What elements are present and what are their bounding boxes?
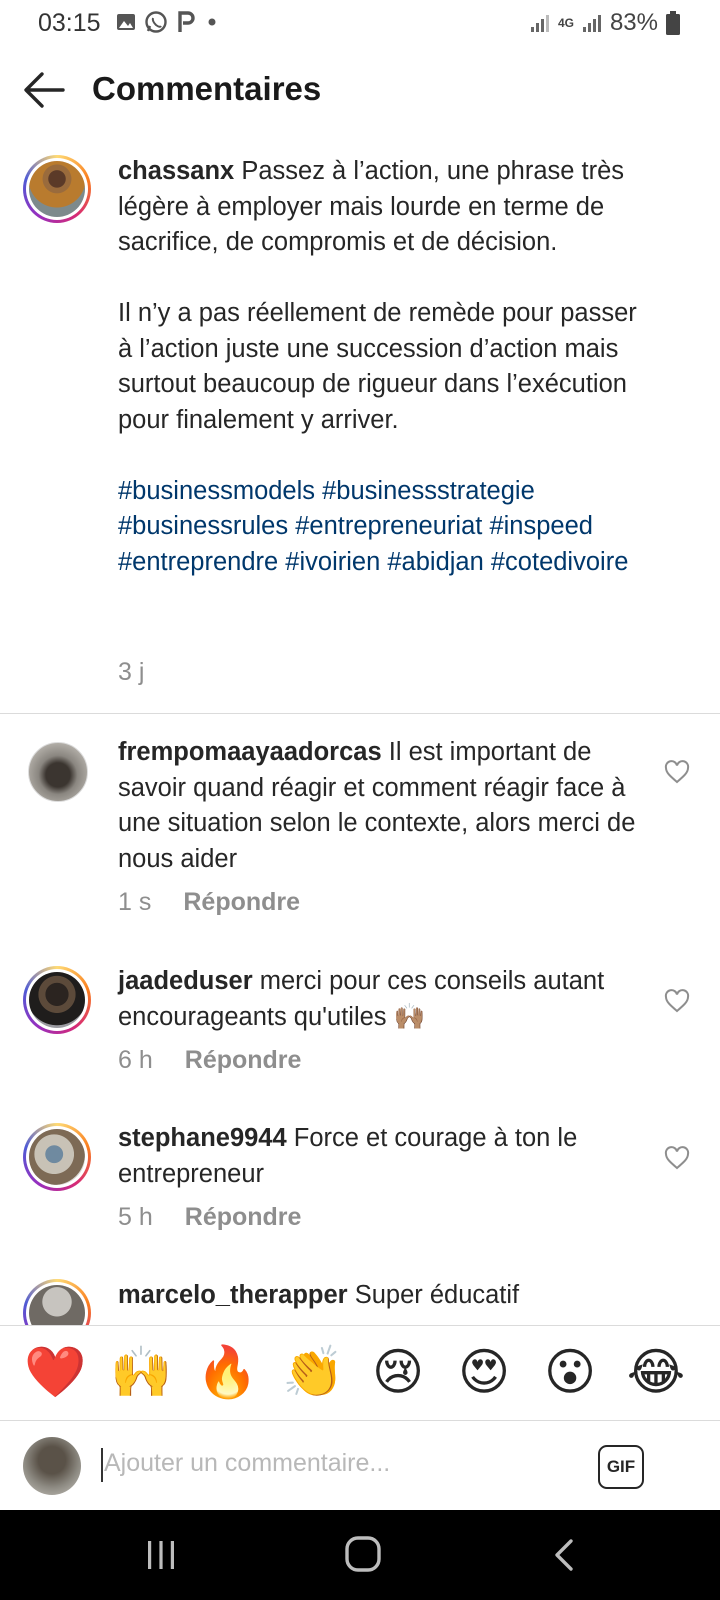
comment-meta: 5 h Répondre (118, 1203, 301, 1232)
emoji-surprised[interactable]: 😮 (540, 1342, 600, 1402)
whatsapp-icon (145, 11, 167, 33)
comment-text: frempomaayaadorcas Il est important de s… (118, 735, 648, 877)
comment-text: stephane9944 Force et courage à ton le e… (118, 1121, 648, 1192)
page-title: Commentaires (92, 70, 322, 107)
reply-button[interactable]: Répondre (183, 888, 300, 917)
comment-body: Super éducatif (354, 1281, 520, 1309)
comment-avatar[interactable] (23, 966, 91, 1034)
caption-meta: 3 j (118, 658, 144, 687)
paypal-icon (178, 11, 195, 32)
comment-avatar[interactable] (23, 1123, 91, 1191)
status-bar: 03:15 4G 83% (0, 0, 720, 48)
hashtag[interactable]: #entreprendre (118, 548, 278, 576)
comment-avatar[interactable] (28, 742, 88, 802)
signal-icon (530, 15, 549, 32)
emoji-fire[interactable]: 🔥 (196, 1342, 258, 1402)
back-icon[interactable] (552, 1538, 576, 1572)
caption-avatar[interactable] (23, 155, 91, 223)
system-nav-bar (0, 1510, 720, 1600)
network-type: 4G (557, 16, 574, 30)
hashtag[interactable]: #businessmodels (118, 477, 315, 505)
caption-hashtags: #businessmodels #businessstrategie #busi… (118, 474, 648, 581)
comment-meta: 6 h Répondre (118, 1046, 301, 1075)
comment-meta: 1 s Répondre (118, 888, 300, 917)
comment-input[interactable]: Ajouter un commentaire... (104, 1449, 390, 1478)
hashtag[interactable]: #cotedivoire (491, 548, 629, 576)
app-bar: Commentaires (0, 48, 720, 132)
comment-username[interactable]: frempomaayaadorcas (118, 738, 382, 766)
caption-paragraph-2: Il n’y a pas réellement de remède pour p… (118, 299, 637, 434)
caption-username[interactable]: chassanx (118, 157, 234, 185)
comment-text: marcelo_therapper Super éducatif (118, 1278, 648, 1314)
hashtag[interactable]: #ivoirien (285, 548, 380, 576)
battery-icon (666, 11, 680, 35)
comment-time: 6 h (118, 1046, 153, 1074)
caption-text: chassanx Passez à l’action, une phrase t… (118, 154, 648, 580)
recent-apps-icon[interactable] (144, 1539, 178, 1571)
heart-outline-icon[interactable] (664, 1146, 690, 1170)
signal-icon-2 (582, 15, 601, 32)
hashtag[interactable]: #abidjan (387, 548, 483, 576)
battery-percent: 83% (609, 9, 658, 36)
notification-icons (116, 10, 220, 34)
comment-time: 5 h (118, 1203, 153, 1231)
caption-divider (0, 713, 720, 714)
dot-icon (208, 18, 216, 26)
comment-username[interactable]: marcelo_therapper (118, 1281, 348, 1309)
status-time: 03:15 (38, 9, 101, 37)
caption-time: 3 j (118, 658, 145, 686)
emoji-heart-eyes[interactable]: 😍 (454, 1342, 514, 1402)
system-status: 4G 83% (530, 9, 680, 37)
emoji-raising-hands[interactable]: 🙌 (110, 1342, 172, 1402)
comment-time: 1 s (118, 888, 152, 916)
hashtag[interactable]: #businessrules (118, 512, 288, 540)
hashtag[interactable]: #inspeed (489, 512, 593, 540)
gif-button[interactable]: GIF (598, 1445, 644, 1489)
back-arrow-icon[interactable] (22, 68, 66, 112)
comments-list[interactable]: chassanx Passez à l’action, une phrase t… (0, 132, 720, 1325)
comment-composer: Ajouter un commentaire... GIF (0, 1420, 720, 1511)
reply-button[interactable]: Répondre (185, 1046, 302, 1075)
comment-text: jaadeduser merci pour ces conseils autan… (118, 964, 648, 1035)
emoji-clapping[interactable]: 👏 (282, 1342, 344, 1402)
heart-outline-icon[interactable] (664, 760, 690, 784)
emoji-laughing[interactable]: 😂 (626, 1342, 686, 1402)
hashtag[interactable]: #entrepreneuriat (295, 512, 482, 540)
emoji-bar: ❤️ 🙌 🔥 👏 😢 😍 😮 😂 (0, 1325, 720, 1421)
comment-avatar[interactable] (23, 1279, 91, 1325)
comment-username[interactable]: jaadeduser (118, 967, 253, 995)
emoji-heart[interactable]: ❤️ (24, 1342, 86, 1402)
emoji-crying[interactable]: 😢 (368, 1342, 428, 1402)
home-icon[interactable] (344, 1535, 382, 1573)
heart-outline-icon[interactable] (664, 989, 690, 1013)
reply-button[interactable]: Répondre (185, 1203, 302, 1232)
own-avatar (23, 1437, 81, 1495)
hashtag[interactable]: #businessstrategie (322, 477, 535, 505)
gallery-icon (117, 14, 135, 30)
comment-username[interactable]: stephane9944 (118, 1124, 287, 1152)
text-caret (101, 1448, 103, 1482)
